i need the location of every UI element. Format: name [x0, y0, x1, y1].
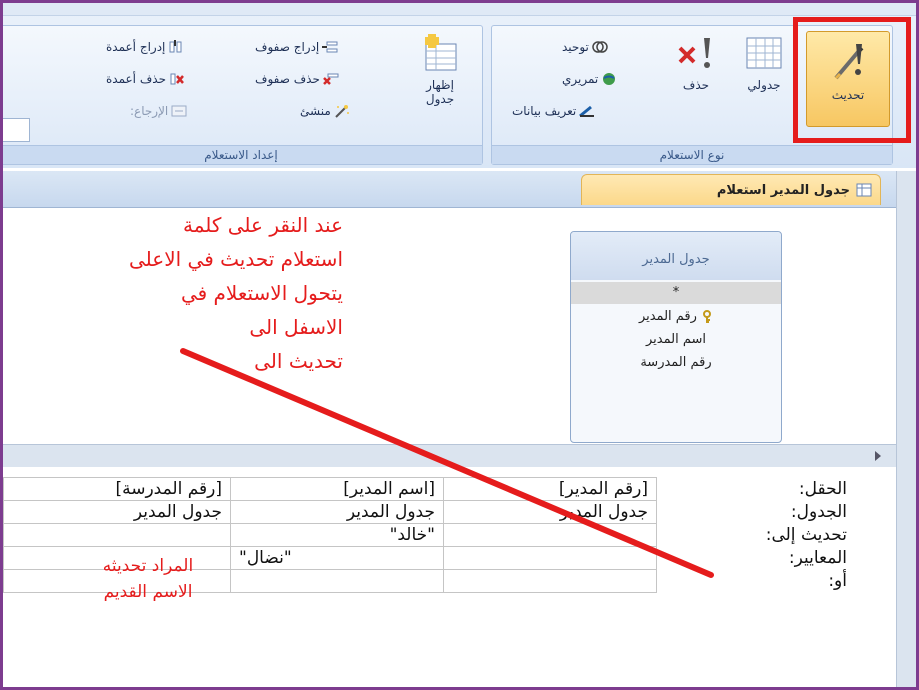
row-label-or: أو:: [828, 571, 847, 591]
vertical-scrollbar[interactable]: [896, 171, 916, 687]
grid-cell[interactable]: [443, 546, 657, 570]
ribbon: إدراج أعمدة حذف أعمدة الإرجاع: إدراج صفو…: [3, 3, 916, 168]
return-label: الإرجاع:: [130, 104, 187, 118]
instruction-annotation: عند النقر على كلمة استعلام تحديث في الاع…: [129, 213, 343, 373]
insert-rows-icon: [322, 40, 338, 54]
insert-rows-label: إدراج صفوف: [255, 40, 320, 54]
grid-row-field: الحقل: [رقم المدير] [اسم المدير] [رقم ال…: [3, 477, 856, 501]
grid-cell[interactable]: [3, 523, 231, 547]
grid-cell[interactable]: [رقم المدير]: [443, 477, 657, 501]
insert-columns-button[interactable]: إدراج أعمدة: [106, 40, 184, 54]
show-table-label-line2: جدول: [425, 92, 455, 106]
grid-cell[interactable]: جدول المدير: [3, 500, 231, 524]
passthrough-button[interactable]: تمريري: [562, 72, 617, 86]
delete-rows-label: حذف صفوف: [255, 72, 320, 86]
field-all[interactable]: *: [571, 282, 781, 304]
field-school-id[interactable]: رقم المدرسة: [571, 352, 781, 374]
grid-cell[interactable]: "خالد": [230, 523, 444, 547]
insert-rows-button[interactable]: إدراج صفوف: [255, 40, 338, 54]
update-highlight-box: [793, 17, 911, 143]
row-label-table: الجدول:: [790, 502, 847, 522]
builder-button[interactable]: منشئ: [300, 104, 350, 118]
delete-columns-icon: [169, 72, 185, 86]
builder-wand-icon: [334, 104, 350, 118]
field-manager-id[interactable]: رقم المدير: [571, 306, 781, 328]
passthrough-label: تمريري: [562, 72, 599, 86]
query-type-group-label: نوع الاستعلام: [492, 145, 892, 164]
data-definition-label: تعريف بيانات: [512, 104, 577, 118]
delete-query-label: حذف: [682, 78, 710, 92]
field-manager-id-label: رقم المدير: [638, 309, 697, 324]
query-setup-group-label: إعداد الاستعلام: [3, 145, 482, 164]
delete-columns-button[interactable]: حذف أعمدة: [106, 72, 185, 86]
primary-key-icon: [701, 309, 713, 324]
globe-icon: [601, 72, 617, 86]
union-label: توحيد: [562, 40, 589, 54]
show-table-icon: [420, 34, 460, 74]
insert-columns-icon: [168, 40, 184, 54]
show-table-label-line1: إظهار: [426, 78, 454, 92]
delete-query-icon: [676, 34, 716, 74]
union-button[interactable]: توحيد: [562, 40, 608, 54]
return-label-text: الإرجاع:: [130, 104, 169, 118]
grid-cell[interactable]: [443, 523, 657, 547]
crosstab-label: جدولي: [747, 78, 781, 92]
grid-cell[interactable]: [رقم المدرسة]: [3, 477, 231, 501]
grid-cell[interactable]: جدول المدير: [230, 500, 444, 524]
data-definition-button[interactable]: تعريف بيانات: [512, 104, 595, 118]
grid-cell[interactable]: [230, 569, 444, 593]
query-icon: [856, 183, 872, 197]
row-label-update-to: تحديث إلى:: [765, 525, 847, 545]
query-setup-group: إدراج أعمدة حذف أعمدة الإرجاع: إدراج صفو…: [3, 25, 483, 165]
delete-rows-button[interactable]: حذف صفوف: [255, 72, 339, 86]
grid-row-update-to: تحديث إلى: "خالد": [3, 523, 856, 547]
crosstab-query-button[interactable]: جدولي: [734, 34, 794, 92]
grid-row-table: الجدول: جدول المدير جدول المدير جدول الم…: [3, 500, 856, 524]
builder-label: منشئ: [300, 104, 331, 118]
grid-cell[interactable]: جدول المدير: [443, 500, 657, 524]
document-tab-bar: جدول المدير استعلام: [3, 171, 916, 208]
crosstab-grid-icon: [744, 34, 784, 74]
return-icon: [171, 104, 187, 118]
pane-splitter[interactable]: [3, 444, 916, 468]
table-field-list[interactable]: جدول المدير * رقم المدير اسم المدير رقم …: [570, 231, 782, 443]
field-manager-name[interactable]: اسم المدير: [571, 329, 781, 351]
query-tab-title: جدول المدير استعلام: [716, 182, 850, 198]
grid-cell[interactable]: [اسم المدير]: [230, 477, 444, 501]
grid-cell[interactable]: "نضال": [230, 546, 444, 570]
insert-columns-label: إدراج أعمدة: [106, 40, 166, 54]
return-value-box[interactable]: [3, 118, 30, 142]
delete-rows-icon: [322, 72, 339, 86]
screenshot-frame: إدراج أعمدة حذف أعمدة الإرجاع: إدراج صفو…: [0, 0, 919, 690]
data-definition-icon: [579, 104, 595, 118]
scroll-right-arrow-icon[interactable]: [875, 451, 881, 461]
row-label-criteria: المعايير:: [788, 548, 847, 568]
show-table-button[interactable]: إظهار جدول: [410, 34, 470, 106]
delete-columns-label: حذف أعمدة: [106, 72, 166, 86]
query-tab[interactable]: جدول المدير استعلام: [581, 174, 881, 205]
grid-annotation: المراد تحديثه الاسم القديم: [102, 556, 194, 602]
table-field-list-title: جدول المدير: [571, 232, 781, 280]
delete-query-button[interactable]: حذف: [668, 34, 724, 92]
row-label-field: الحقل:: [798, 479, 847, 499]
ribbon-top-edge: [3, 3, 916, 16]
grid-cell[interactable]: [443, 569, 657, 593]
union-rings-icon: [592, 40, 608, 54]
